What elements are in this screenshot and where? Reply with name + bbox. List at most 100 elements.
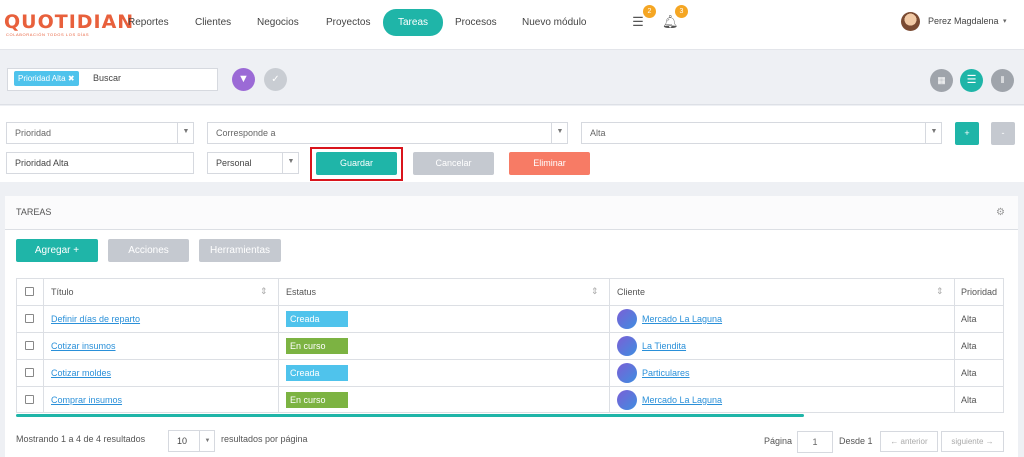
- client-link[interactable]: Mercado La Laguna: [642, 314, 722, 324]
- next-page-button[interactable]: siguiente →: [941, 431, 1004, 452]
- col-divider: [609, 278, 610, 413]
- priority-value: Alta: [961, 314, 977, 324]
- task-title-link[interactable]: Definir días de reparto: [51, 314, 140, 324]
- priority-value: Alta: [961, 395, 977, 405]
- brand-tagline: COLABORACIÓN TODOS LOS DÍAS: [6, 32, 90, 37]
- personal-value: Personal: [216, 158, 252, 168]
- filter-chip[interactable]: Prioridad Alta ✖: [14, 71, 79, 86]
- brand-logo[interactable]: QUOTIDIAN: [4, 11, 134, 33]
- guardar-button[interactable]: Guardar: [316, 152, 397, 175]
- nav-nuevo-modulo[interactable]: Nuevo módulo: [522, 15, 586, 31]
- bell-icon[interactable]: 🔔︎: [662, 14, 679, 30]
- messages-icon[interactable]: ☰: [630, 14, 646, 30]
- col-divider: [43, 278, 44, 413]
- col-header-estatus[interactable]: Estatus: [286, 287, 316, 297]
- sort-icon[interactable]: ⇕: [260, 286, 268, 297]
- client-avatar: [617, 336, 637, 356]
- task-title-link[interactable]: Cotizar insumos: [51, 341, 116, 351]
- chevron-down-icon[interactable]: ▼: [282, 152, 299, 174]
- add-row-button[interactable]: +: [955, 122, 979, 145]
- cancelar-button[interactable]: Cancelar: [413, 152, 494, 175]
- page-input[interactable]: 1: [797, 431, 833, 453]
- agregar-button[interactable]: Agregar +: [16, 239, 98, 262]
- nav-reportes[interactable]: Reportes: [128, 15, 169, 31]
- horizontal-scrollbar[interactable]: [16, 414, 804, 417]
- herramientas-button[interactable]: Herramientas: [199, 239, 281, 262]
- list-view-icon[interactable]: ☰: [960, 69, 983, 92]
- panel-header: [5, 196, 1018, 229]
- divider: [5, 229, 1018, 230]
- page-value: 1: [812, 437, 818, 447]
- sort-icon[interactable]: ⇕: [936, 286, 944, 297]
- eliminar-button[interactable]: Eliminar: [509, 152, 590, 175]
- name-field-value: Prioridad Alta: [15, 158, 69, 168]
- remove-row-button[interactable]: -: [991, 122, 1015, 145]
- checklist-icon[interactable]: ✓: [264, 68, 287, 91]
- task-title-link[interactable]: Cotizar moldes: [51, 368, 111, 378]
- status-badge: Creada: [286, 365, 348, 381]
- chevron-down-icon[interactable]: ▼: [551, 122, 568, 144]
- nav-procesos[interactable]: Procesos: [455, 15, 497, 31]
- client-link[interactable]: Mercado La Laguna: [642, 395, 722, 405]
- bell-badge: 3: [675, 5, 688, 18]
- col-header-cliente[interactable]: Cliente: [617, 287, 645, 297]
- tasks-table: [16, 278, 1004, 413]
- col-divider: [954, 278, 955, 413]
- columns-icon[interactable]: ⦀: [991, 69, 1014, 92]
- per-page-label: resultados por página: [221, 434, 308, 444]
- row-divider: [16, 359, 1004, 360]
- avatar[interactable]: [901, 12, 920, 31]
- col-header-prioridad[interactable]: Prioridad: [961, 287, 997, 297]
- close-icon[interactable]: ✖: [68, 74, 75, 83]
- gear-icon[interactable]: ⚙: [996, 207, 1005, 218]
- row-checkbox[interactable]: [25, 395, 34, 404]
- user-name[interactable]: Perez Magdalena: [928, 16, 999, 26]
- results-summary: Mostrando 1 a 4 de 4 resultados: [16, 434, 146, 444]
- chevron-down-icon[interactable]: ▼: [925, 122, 942, 144]
- prioridad-placeholder: Prioridad: [15, 128, 52, 138]
- sort-icon[interactable]: ⇕: [591, 286, 599, 297]
- chevron-down-icon[interactable]: ▼: [199, 431, 215, 451]
- priority-value: Alta: [961, 341, 977, 351]
- calendar-icon[interactable]: ▦: [930, 69, 953, 92]
- status-badge: En curso: [286, 392, 348, 408]
- page-label: Página: [764, 436, 793, 446]
- nav-clientes[interactable]: Clientes: [195, 15, 231, 31]
- row-checkbox[interactable]: [25, 368, 34, 377]
- col-divider: [278, 278, 279, 413]
- corresponde-placeholder: Corresponde a: [216, 128, 276, 138]
- select-all-checkbox[interactable]: [25, 287, 34, 296]
- prev-page-button[interactable]: ← anterior: [880, 431, 938, 452]
- status-badge: Creada: [286, 311, 348, 327]
- chevron-down-icon[interactable]: ▼: [177, 122, 194, 144]
- filter-chip-label: Prioridad Alta: [18, 74, 66, 83]
- panel-title: TAREAS: [16, 207, 52, 217]
- search-placeholder: Buscar: [93, 73, 122, 83]
- client-link[interactable]: Particulares: [642, 368, 690, 378]
- messages-badge: 2: [643, 5, 656, 18]
- client-link[interactable]: La Tiendita: [642, 341, 686, 351]
- client-avatar: [617, 363, 637, 383]
- row-divider: [16, 386, 1004, 387]
- client-avatar: [617, 390, 637, 410]
- acciones-button[interactable]: Acciones: [108, 239, 189, 262]
- task-title-link[interactable]: Comprar insumos: [51, 395, 122, 405]
- priority-value: Alta: [961, 368, 977, 378]
- per-page-value: 10: [177, 436, 188, 446]
- corresponde-select[interactable]: Corresponde a: [207, 122, 568, 144]
- client-avatar: [617, 309, 637, 329]
- row-checkbox[interactable]: [25, 314, 34, 323]
- name-field[interactable]: Prioridad Alta: [6, 152, 194, 174]
- chevron-down-icon[interactable]: ▾: [1003, 17, 1007, 25]
- page-total: Desde 1: [839, 436, 873, 446]
- header-divider: [16, 305, 1004, 306]
- filter-icon[interactable]: ▼: [232, 68, 255, 91]
- nav-negocios[interactable]: Negocios: [257, 15, 299, 31]
- row-checkbox[interactable]: [25, 341, 34, 350]
- status-badge: En curso: [286, 338, 348, 354]
- prioridad-select[interactable]: Prioridad: [6, 122, 194, 144]
- nav-tareas[interactable]: Tareas: [383, 9, 444, 36]
- nav-proyectos[interactable]: Proyectos: [326, 15, 370, 31]
- col-header-titulo[interactable]: Título: [51, 287, 74, 297]
- alta-select[interactable]: Alta: [581, 122, 942, 144]
